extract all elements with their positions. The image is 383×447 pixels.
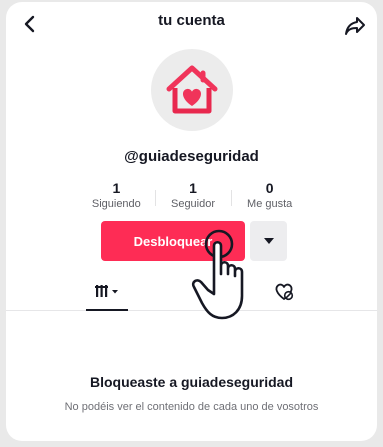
- stat-followers-value: 1: [189, 180, 197, 196]
- share-button[interactable]: [341, 12, 369, 40]
- blocked-title: Bloqueaste a guiadeseguridad: [89, 374, 294, 390]
- profile-card: tu cuenta @guiadeseguridad 1 Siguiendo 1: [6, 2, 377, 441]
- avatar[interactable]: [151, 49, 233, 131]
- stat-followers[interactable]: 1 Seguidor: [154, 180, 232, 214]
- screen: tu cuenta @guiadeseguridad 1 Siguiendo 1: [0, 0, 383, 447]
- stat-likes[interactable]: 0 Me gusta: [231, 180, 308, 214]
- stat-following[interactable]: 1 Siguiendo: [78, 180, 155, 214]
- blocked-subtitle: No podéis ver el contenido de cada uno d…: [64, 401, 319, 413]
- stat-followers-label: Seguidor: [170, 198, 216, 210]
- video-grid-icon: [95, 285, 118, 297]
- share-arrow-icon: [345, 17, 365, 35]
- tab-videos[interactable]: [86, 280, 128, 311]
- tab-liked[interactable]: [270, 278, 298, 306]
- stats-row: 1 Siguiendo 1 Seguidor 0 Me gusta: [78, 180, 308, 214]
- page-title: tu cuenta: [158, 12, 225, 29]
- stat-following-value: 1: [112, 180, 121, 196]
- hand-pointer-icon: [191, 229, 244, 320]
- hidden-liked-icon: [275, 283, 294, 301]
- stat-following-label: Siguiendo: [91, 198, 141, 210]
- stat-likes-value: 0: [265, 180, 274, 196]
- tab-active-indicator: [86, 309, 128, 311]
- heart-house-icon: [166, 65, 218, 114]
- username: @guiadeseguridad: [124, 148, 259, 165]
- stat-likes-label: Me gusta: [247, 198, 293, 210]
